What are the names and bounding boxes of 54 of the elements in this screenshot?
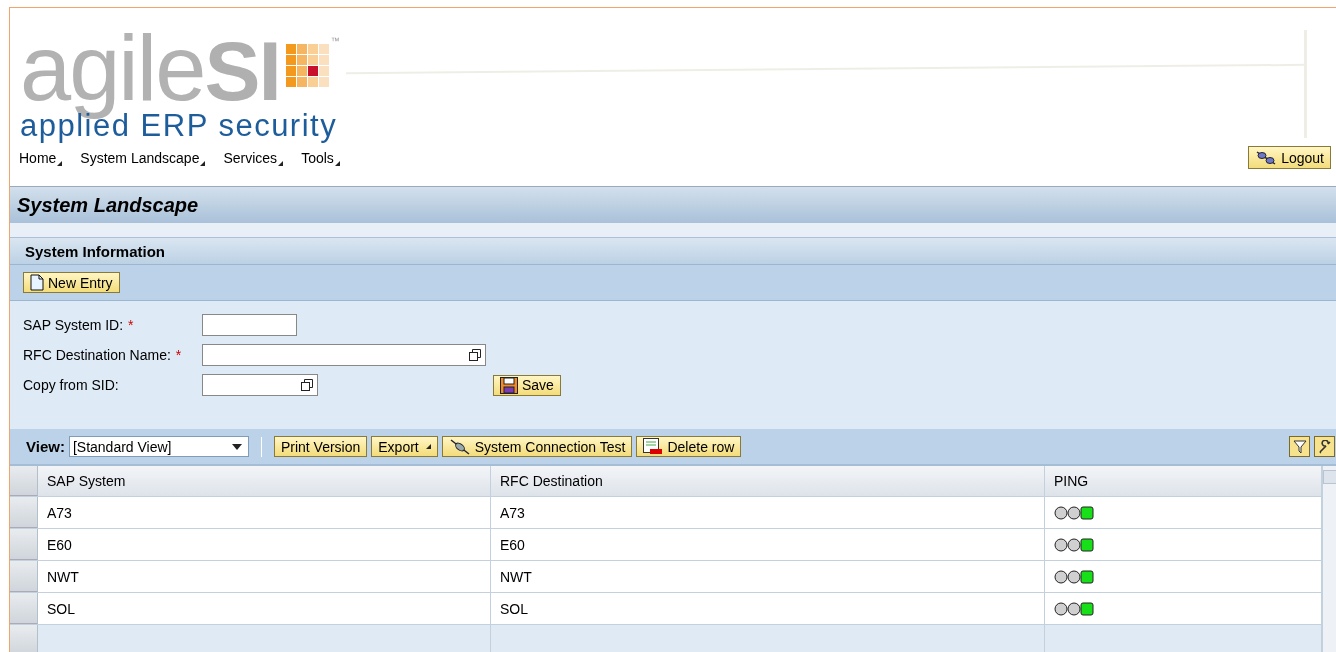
print-version-button[interactable]: Print Version [273, 436, 368, 457]
plug-icon [1255, 150, 1278, 165]
table-cell: NWT [491, 561, 1045, 592]
filter-icon [1292, 439, 1307, 454]
save-button[interactable]: Save [493, 374, 561, 396]
row-selector[interactable] [10, 561, 38, 592]
table-cell: NWT [38, 561, 491, 592]
filter-button[interactable] [1289, 436, 1310, 457]
traffic-light-icon [1054, 601, 1096, 616]
menu-item[interactable]: Services [223, 149, 284, 166]
traffic-light-icon [1054, 537, 1096, 552]
table-cell: SOL [38, 593, 491, 624]
menu-item[interactable]: System Landscape [80, 149, 206, 166]
select-all-cell[interactable] [10, 466, 38, 496]
connection-test-button[interactable]: System Connection Test [441, 436, 633, 457]
row-selector[interactable] [10, 497, 38, 528]
logout-button[interactable]: Logout [1248, 146, 1331, 169]
plug-icon [448, 438, 471, 455]
column-header: RFC Destination [491, 466, 1045, 496]
table-cell: E60 [38, 529, 491, 560]
field-label: SAP System ID: [23, 317, 124, 333]
input-field[interactable] [202, 344, 486, 366]
new-entry-button[interactable]: New Entry [23, 272, 120, 293]
table-cell: A73 [491, 497, 1045, 528]
delete-row-button[interactable]: Delete row [636, 436, 742, 457]
row-selector[interactable] [10, 593, 38, 624]
scroll-up-button[interactable] [1323, 470, 1336, 484]
view-dropdown[interactable]: [Standard View] [68, 436, 249, 457]
required-marker: * [128, 317, 134, 333]
wrench-icon [1317, 439, 1332, 454]
column-header: SAP System [38, 466, 491, 496]
dropdown-caret-icon [231, 443, 242, 450]
menu-item[interactable]: Home [19, 149, 63, 166]
field-label: Copy from SID: [23, 377, 119, 393]
settings-button[interactable] [1314, 436, 1335, 457]
trademark: ™ [330, 36, 340, 46]
required-marker: * [175, 347, 182, 363]
input-field[interactable] [202, 314, 297, 336]
document-icon [30, 274, 44, 291]
page-title: System Landscape [17, 193, 199, 217]
table-cell: E60 [491, 529, 1045, 560]
traffic-light-icon [1054, 505, 1096, 520]
table-cell: SOL [491, 593, 1045, 624]
table-cell: A73 [38, 497, 491, 528]
export-button[interactable]: Export [371, 436, 438, 457]
delete-row-icon [643, 438, 664, 455]
view-label: View: [26, 438, 65, 455]
row-selector[interactable] [10, 529, 38, 560]
input-field[interactable] [202, 374, 318, 396]
traffic-light-icon [1054, 569, 1096, 584]
menu-item[interactable]: Tools [301, 149, 340, 166]
section-title: System Information [25, 242, 166, 260]
logo-squares-icon [285, 44, 329, 87]
field-label: RFC Destination Name: [23, 347, 171, 363]
